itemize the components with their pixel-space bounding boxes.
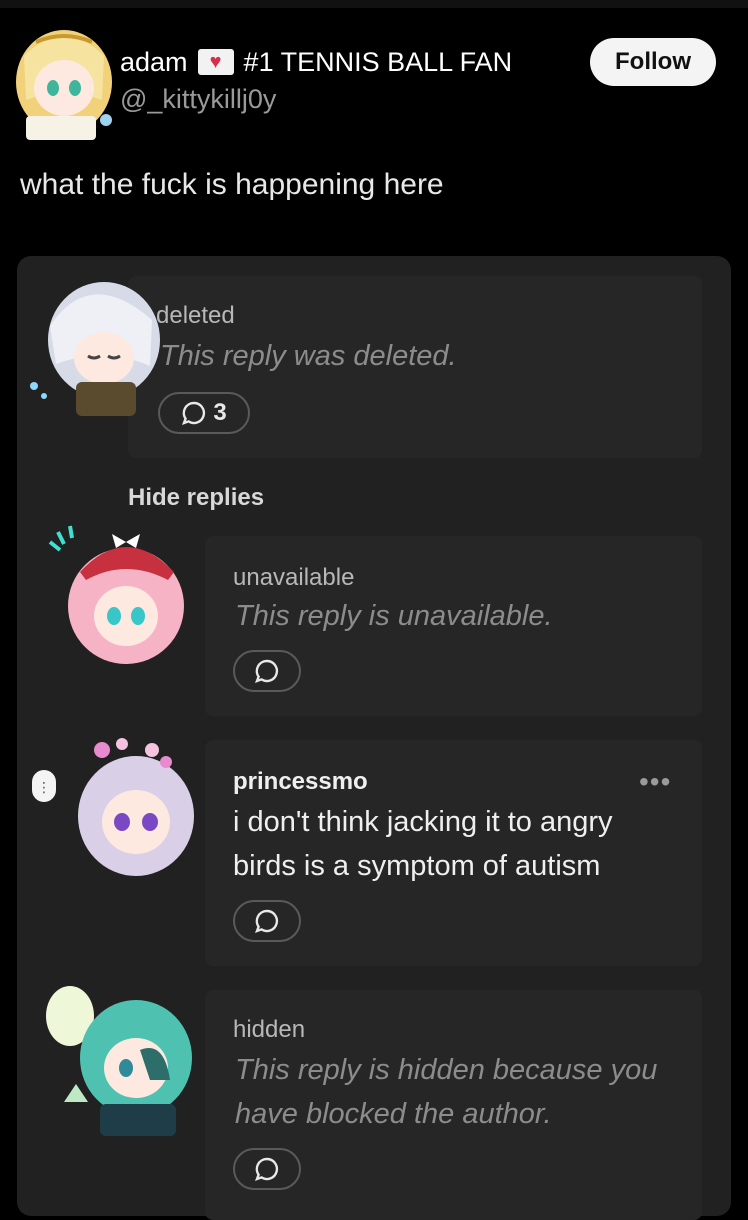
reply-button[interactable] (233, 650, 301, 692)
reply-body-line-1: i don't think jacking it to angry (233, 806, 613, 838)
reply-body: This reply was deleted. (160, 340, 457, 372)
status-strip (0, 0, 748, 8)
comment-icon (254, 909, 279, 933)
reply-author: hidden (233, 1016, 306, 1043)
reply-author: deleted (156, 302, 235, 329)
author-display-name[interactable]: adam (120, 47, 188, 78)
svg-text:⋮: ⋮ (37, 780, 51, 796)
author-avatar[interactable] (6, 16, 118, 146)
reply-card-princessmo[interactable]: princessmo ••• i don't think jacking it … (205, 740, 702, 966)
reply-avatar-deleted[interactable] (20, 266, 162, 422)
reply-card-unavailable[interactable]: unavailable This reply is unavailable. (205, 536, 702, 716)
reply-count-button[interactable]: 3 (158, 392, 250, 434)
reply-card-deleted[interactable]: deleted This reply was deleted. 3 (128, 276, 702, 458)
reply-count: 3 (213, 399, 227, 426)
reply-avatar-hidden[interactable] (40, 970, 206, 1142)
reply-button[interactable] (233, 900, 301, 942)
heart-flag-icon: ♥ (197, 49, 234, 75)
reply-author: unavailable (233, 564, 355, 591)
follow-button[interactable]: Follow (590, 38, 716, 86)
author-name-suffix[interactable]: #1 TENNIS BALL FAN (244, 47, 513, 78)
more-icon[interactable]: ••• (639, 766, 671, 798)
reply-author[interactable]: princessmo (233, 768, 368, 796)
reply-body-line-2: have blocked the author. (235, 1098, 552, 1130)
reply-body-line-1: This reply is hidden because you (235, 1054, 658, 1086)
author-handle[interactable]: @_kittykillj0y (120, 84, 276, 115)
reply-body: This reply is unavailable. (235, 600, 553, 632)
reply-button[interactable] (233, 1148, 301, 1190)
comment-icon (254, 659, 279, 683)
reply-avatar-unavailable[interactable] (40, 518, 206, 678)
comment-icon (182, 401, 206, 425)
reply-body-line-2: birds is a symptom of autism (233, 850, 601, 882)
reply-avatar-princessmo[interactable]: ⋮ (26, 704, 206, 884)
reply-card-hidden[interactable]: hidden This reply is hidden because you … (205, 990, 702, 1220)
author-name-row[interactable]: adam ♥ #1 TENNIS BALL FAN (120, 44, 512, 80)
comment-icon (254, 1157, 279, 1181)
post-text: what the fuck is happening here (20, 168, 444, 201)
hide-replies-link[interactable]: Hide replies (128, 484, 264, 512)
